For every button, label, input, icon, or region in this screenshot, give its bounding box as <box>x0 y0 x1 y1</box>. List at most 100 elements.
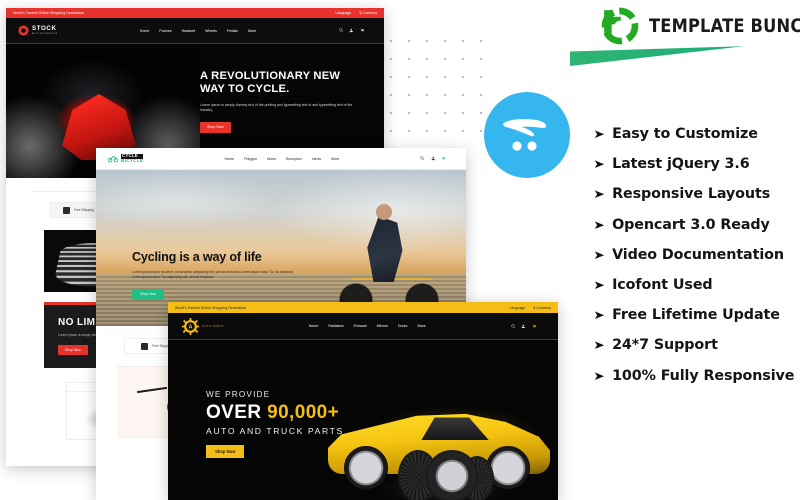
mock3-nav-item[interactable]: More <box>417 324 425 328</box>
feature-list: ➤ Easy to Customize ➤ Latest jQuery 3.6 … <box>593 126 798 398</box>
stock-emblem-icon <box>18 25 29 36</box>
cart-icon[interactable] <box>441 156 446 161</box>
mock3-shop-now-button[interactable]: Shop Now <box>206 445 245 458</box>
mock1-nav-icons <box>338 28 373 33</box>
mock2-hero-copy: Cycling is a way of life Lorem ipsum dol… <box>132 250 312 300</box>
mock2-nav-item[interactable]: Mono <box>267 157 276 161</box>
feature-label: Responsive Layouts <box>612 186 771 203</box>
mock2-hero-title: Cycling is a way of life <box>132 250 262 264</box>
feature-item: ➤ Opencart 3.0 Ready <box>593 217 798 234</box>
mock2-nav-item[interactable]: More <box>331 157 339 161</box>
mock2-nav-item[interactable]: Polygon <box>244 157 257 161</box>
arrow-bullet-icon: ➤ <box>593 308 605 323</box>
mock1-service-item: Free Shipping <box>63 206 94 214</box>
mock1-nav-item[interactable]: Frames <box>159 29 171 33</box>
mock1-nav-item[interactable]: Home <box>140 29 150 33</box>
mock2-nav-icons <box>420 156 454 161</box>
feature-item: ➤ Responsive Layouts <box>593 186 798 203</box>
mock3-topbar: World's Fastest Online Shopping Destinat… <box>168 302 558 313</box>
mock3-currency-selector[interactable]: $ Currency <box>533 306 551 310</box>
mock1-hero-subtitle: Lorem Ipsum is simply dummy text of the … <box>200 102 353 113</box>
mock3-navbar: A AUTO PARTS Home Radiators Exhaust Mirr… <box>168 313 558 340</box>
arrow-bullet-icon: ➤ <box>593 277 605 292</box>
mock3-nav-item[interactable]: Exhaust <box>354 324 367 328</box>
feature-item: ➤ Free Lifetime Update <box>593 307 798 324</box>
mock3-hero-title-lead: OVER <box>206 402 268 423</box>
dot-grid-decoration <box>378 28 486 140</box>
mock1-currency-selector[interactable]: $ Currency <box>359 11 377 15</box>
arrow-bullet-icon: ➤ <box>593 338 605 353</box>
search-icon[interactable] <box>338 28 344 33</box>
mock2-hero-subtitle: Lorem ipsum dolor sit amet, consectetur … <box>132 270 293 280</box>
account-icon[interactable] <box>431 156 436 161</box>
feature-item: ➤ 100% Fully Responsive <box>593 368 798 385</box>
svg-text:A: A <box>189 324 193 330</box>
bicycle-logo-icon <box>108 156 118 163</box>
feature-label: Video Documentation <box>612 246 784 263</box>
mock2-navbar: CYCLE BICYCLE Home Polygon Mono Brompton… <box>96 148 466 170</box>
mock3-hero-pretitle: WE PROVIDE <box>206 390 271 399</box>
arrow-bullet-icon: ➤ <box>593 187 605 202</box>
mock2-nav-links: Home Polygon Mono Brompton Jamis More <box>224 157 339 161</box>
feature-label: Icofont Used <box>612 276 713 293</box>
mock3-hero-title: OVER 90,000+ <box>206 402 396 424</box>
mock2-logo-name: BICYCLE <box>121 157 144 163</box>
arrow-bullet-icon: ➤ <box>593 247 605 262</box>
mock3-nav-item[interactable]: Mirrors <box>377 324 388 328</box>
mock1-navbar: STOCK AUTO MOTORCYCLE Home Frames Headse… <box>6 18 384 44</box>
alloy-wheel <box>426 450 478 500</box>
search-icon[interactable] <box>420 156 425 161</box>
shipping-icon <box>141 342 148 350</box>
mock1-nav-item[interactable]: Wheels <box>205 29 217 33</box>
gear-a-logo-icon: A <box>182 317 199 335</box>
mock1-topbar-message: World's Fastest Online Shopping Destinat… <box>13 11 85 15</box>
mock2-logo[interactable]: CYCLE BICYCLE <box>108 153 144 163</box>
mock2-nav-item[interactable]: Brompton <box>286 157 302 161</box>
shipping-icon <box>63 206 70 214</box>
arrow-bullet-icon: ➤ <box>593 368 605 383</box>
mock3-nav-item[interactable]: Doors <box>398 324 408 328</box>
mock1-nav-links: Home Frames Headset Wheels Pedals More <box>140 29 256 33</box>
account-icon[interactable] <box>349 28 354 33</box>
cyclist-body-art <box>367 216 403 282</box>
mock1-nav-item[interactable]: Pedals <box>227 29 238 33</box>
bicycle-frame-art <box>137 386 167 394</box>
brand-name: TEMPLATE BUNCH <box>649 15 800 37</box>
mock1-language-selector[interactable]: Language <box>336 11 352 15</box>
cyclist-head-art <box>376 204 392 220</box>
mock3-nav-item[interactable]: Home <box>309 324 319 328</box>
arrow-bullet-icon: ➤ <box>593 157 605 172</box>
opencart-logo <box>484 92 570 178</box>
account-icon[interactable] <box>521 324 526 329</box>
mock3-hero-subtitle: AUTO AND TRUCK PARTS <box>206 426 344 436</box>
mock3-nav-icons <box>510 324 545 329</box>
mock2-nav-item[interactable]: Jamis <box>312 157 321 161</box>
feature-label: 24*7 Support <box>612 337 718 354</box>
template-bunch-b-logo-icon <box>600 6 640 46</box>
mock1-promo-button[interactable]: Shop Now <box>58 345 88 355</box>
cart-icon[interactable] <box>531 324 537 329</box>
feature-label: Easy to Customize <box>612 126 758 142</box>
mock3-nav-item[interactable]: Radiators <box>328 324 343 328</box>
mock1-hero-copy: A REVOLUTIONARY NEW WAY TO CYCLE. Lorem … <box>200 70 368 133</box>
mock1-topbar: World's Fastest Online Shopping Destinat… <box>6 8 384 18</box>
mock2-nav-item[interactable]: Home <box>224 157 234 161</box>
mock3-topbar-message: World's Fastest Online Shopping Destinat… <box>175 305 247 310</box>
arrow-bullet-icon: ➤ <box>593 127 605 141</box>
cart-icon[interactable] <box>359 28 365 33</box>
mock1-nav-item[interactable]: More <box>248 29 256 33</box>
search-icon[interactable] <box>510 324 516 329</box>
mock3-logo[interactable]: A AUTO PARTS <box>182 317 224 335</box>
mock2-shop-now-button[interactable]: Shop Now <box>132 288 165 300</box>
feature-item: ➤ Easy to Customize <box>593 126 798 143</box>
mock1-logo[interactable]: STOCK AUTO MOTORCYCLE <box>18 25 57 36</box>
feature-item: ➤ 24*7 Support <box>593 337 798 354</box>
feature-item: ➤ Icofont Used <box>593 276 798 294</box>
mock3-language-selector[interactable]: Language <box>510 306 526 310</box>
arrow-bullet-icon: ➤ <box>593 217 605 232</box>
mock1-logo-tagline: AUTO MOTORCYCLE <box>32 32 58 35</box>
mock1-hero-title: A REVOLUTIONARY NEW WAY TO CYCLE. <box>200 70 341 96</box>
mock1-nav-item[interactable]: Headset <box>182 29 195 33</box>
mock1-shop-now-button[interactable]: Shop Now <box>200 122 231 133</box>
feature-label: Free Lifetime Update <box>612 307 780 324</box>
